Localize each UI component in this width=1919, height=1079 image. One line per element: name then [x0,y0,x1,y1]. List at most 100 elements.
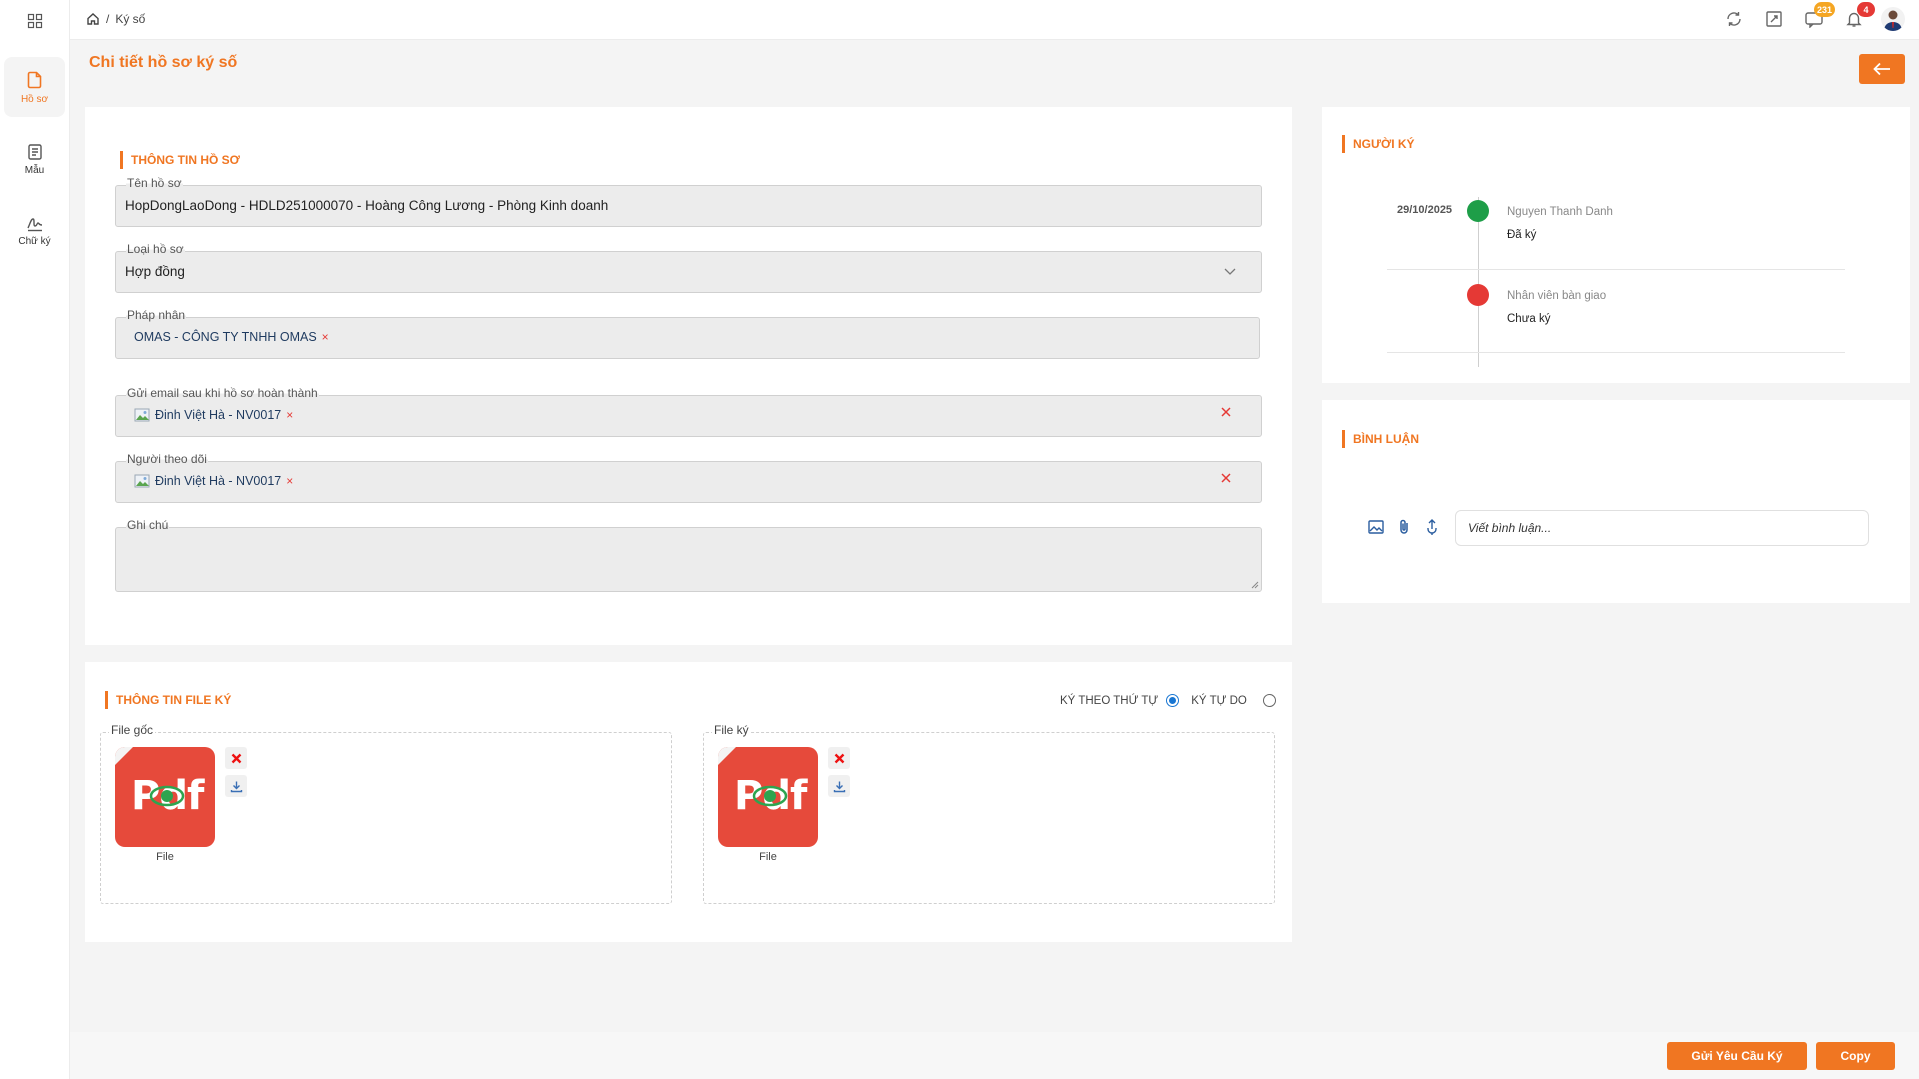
file-info-title: THÔNG TIN FILE KÝ [105,691,231,709]
comment-input[interactable] [1455,510,1869,546]
note-textarea[interactable]: Ghi chú [115,518,1262,592]
template-icon [27,143,42,160]
signer-name: Nguyen Thanh Danh [1507,206,1613,218]
document-icon [27,71,41,88]
delete-x-icon [231,753,241,763]
pdf-file-icon[interactable]: Pdf [115,747,215,847]
resize-handle-icon[interactable] [1251,581,1259,589]
notification-bell-icon[interactable]: 4 [1841,2,1875,32]
profile-info-card: THÔNG TIN HỒ SƠ Tên hồ sơ HopDongLaoDong… [85,107,1292,645]
clear-icon[interactable] [1219,405,1233,419]
legal-entity-chip: OMAS - CÔNG TY TNHH OMAS × [134,330,329,344]
attachment-icon[interactable] [1393,516,1415,538]
free-sign-radio[interactable] [1262,694,1276,707]
download-icon [230,781,242,792]
breadcrumb-separator: / [106,12,110,26]
breadcrumb: / Ký số [86,12,145,26]
chip-remove-icon[interactable]: × [322,330,329,344]
nav-item-ho-so[interactable]: Hồ sơ [4,57,65,117]
original-file-label: File gốc [109,723,156,737]
legal-entity-label: Pháp nhân [126,308,187,322]
follower-field[interactable]: Người theo dõi Đinh Việt Hà - NV0017 × [115,452,1262,503]
signed-file-label: File ký [712,723,751,737]
image-icon[interactable] [1365,516,1387,538]
download-file-button[interactable] [225,775,247,797]
profile-name-field[interactable]: Tên hồ sơ HopDongLaoDong - HDLD251000070… [115,176,1262,227]
nav-item-label: Hồ sơ [20,93,49,105]
nav-item-chu-ky[interactable]: Chữ ký [4,200,65,260]
signers-title: NGƯỜI KÝ [1342,135,1415,153]
profile-name-value: HopDongLaoDong - HDLD251000070 - Hoàng C… [125,198,609,213]
download-icon [833,781,845,792]
signer-status: Chưa ký [1507,313,1551,325]
signer-status: Đã ký [1507,229,1537,241]
eye-preview-icon [149,785,185,807]
timeline-separator [1387,269,1845,270]
notifications-badge: 4 [1857,2,1875,17]
apps-grid-icon[interactable] [24,10,46,32]
email-recipient-chip-label: Đinh Việt Hà - NV0017 [155,408,282,422]
signature-icon [26,217,42,231]
legal-entity-chip-label: OMAS - CÔNG TY TNHH OMAS [134,330,317,344]
profile-type-select[interactable]: Loại hồ sơ Hợp đồng [115,242,1262,293]
clear-icon[interactable] [1219,471,1233,485]
original-file-name: File [156,851,174,863]
fullscreen-icon[interactable] [1761,6,1787,32]
signer-name: Nhân viên bàn giao [1507,290,1607,302]
mention-icon[interactable] [1421,516,1443,538]
timeline-separator [1387,352,1845,353]
chip-remove-icon[interactable]: × [286,408,293,422]
signer-date: 29/10/2025 [1397,204,1453,216]
pdf-file-icon[interactable]: Pdf [718,747,818,847]
send-sign-request-button[interactable]: Gửi Yêu Cầu Ký [1667,1042,1807,1070]
sign-in-order-label: KÝ THEO THỨ TỰ [1060,694,1159,707]
left-rail: Hồ sơ Mẫu Chữ ký [0,0,70,1079]
legal-entity-field[interactable]: Pháp nhân OMAS - CÔNG TY TNHH OMAS × [115,308,1260,359]
sign-in-order-radio[interactable] [1166,694,1180,707]
email-recipient-chip: Đinh Việt Hà - NV0017 × [134,407,293,423]
follower-label: Người theo dõi [126,452,208,466]
email-after-complete-label: Gửi email sau khi hồ sơ hoàn thành [126,386,319,400]
chevron-down-icon[interactable] [1223,264,1237,278]
copy-button[interactable]: Copy [1816,1042,1895,1070]
follower-chip-label: Đinh Việt Hà - NV0017 [155,474,282,488]
chip-remove-icon[interactable]: × [286,474,293,488]
profile-type-label: Loại hồ sơ [126,242,185,256]
profile-type-value: Hợp đồng [125,264,185,279]
delete-file-button[interactable] [225,747,247,769]
signed-file-name: File [759,851,777,863]
signed-status-dot [1467,200,1489,222]
profile-name-label: Tên hồ sơ [126,176,183,190]
timeline-line [1478,197,1479,367]
follower-chip: Đinh Việt Hà - NV0017 × [134,473,293,489]
back-button[interactable] [1859,54,1905,84]
user-avatar[interactable] [1881,7,1905,31]
signed-file-box: File ký Pdf File [703,723,1275,904]
comments-title: BÌNH LUẬN [1342,430,1419,448]
download-file-button[interactable] [828,775,850,797]
free-sign-label: KÝ TỰ DO [1191,694,1247,707]
email-after-complete-field[interactable]: Gửi email sau khi hồ sơ hoàn thành Đinh … [115,386,1262,437]
profile-info-title: THÔNG TIN HỒ SƠ [120,151,240,169]
messages-badge: 231 [1813,2,1835,17]
sign-mode-radio-group: KÝ THEO THỨ TỰ KÝ TỰ DO [1060,694,1276,707]
delete-x-icon [834,753,844,763]
original-file-box: File gốc Pdf File [100,723,672,904]
nav-item-mau[interactable]: Mẫu [4,129,65,189]
nav-item-label: Mẫu [24,164,45,176]
nav-item-label: Chữ ký [18,235,51,247]
footer-bar [70,1032,1919,1079]
top-bar: / Ký số 231 4 [70,0,1919,40]
page-title: Chi tiết hồ sơ ký số [89,54,238,71]
arrow-left-icon [1873,62,1890,76]
delete-file-button[interactable] [828,747,850,769]
user-image-icon [134,408,150,422]
user-image-icon [134,474,150,488]
signers-card: NGƯỜI KÝ 29/10/2025 Nguyen Thanh Danh Đã… [1322,107,1910,383]
refresh-icon[interactable] [1721,6,1747,32]
breadcrumb-current[interactable]: Ký số [115,12,145,26]
note-label: Ghi chú [126,518,170,532]
unsigned-status-dot [1467,284,1489,306]
messages-icon[interactable]: 231 [1801,2,1835,32]
home-icon[interactable] [86,12,100,26]
